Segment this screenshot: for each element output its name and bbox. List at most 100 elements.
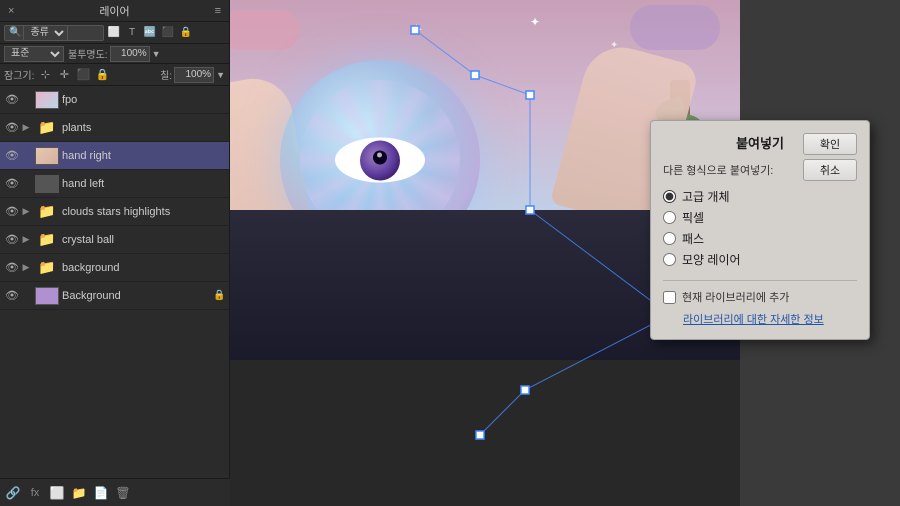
group-icon[interactable]: 📁: [70, 484, 88, 502]
pixel-filter-icon[interactable]: ⬜: [106, 25, 122, 41]
paste-dialog: 붙여넣기 다른 형식으로 붙여넣기: 고급 개체 픽셀 패스 모양 레이어 현재…: [650, 120, 870, 340]
mask-icon[interactable]: ⬜: [48, 484, 66, 502]
fill-box: 칠: ▼: [160, 67, 225, 83]
library-info-link[interactable]: 라이브러리에 대한 자세한 정보: [683, 311, 857, 327]
layer-item[interactable]: 👁 ▶ 📁 background: [0, 254, 229, 282]
library-checkbox-row: 현재 라이브러리에 추가: [663, 289, 857, 305]
expand-icon[interactable]: [20, 94, 32, 106]
layer-name: Background: [62, 290, 213, 302]
option-pixels-label: 픽셀: [682, 209, 704, 226]
expand-icon[interactable]: ▶: [20, 234, 32, 246]
add-to-library-label: 현재 라이브러리에 추가: [682, 289, 789, 305]
cancel-button[interactable]: 취소: [803, 159, 857, 181]
lock-label: 잠그기:: [4, 67, 34, 82]
layer-thumbnail: 📁: [35, 259, 59, 277]
ok-button[interactable]: 확인: [803, 133, 857, 155]
fill-label: 칠:: [160, 67, 172, 82]
expand-icon[interactable]: ▶: [20, 262, 32, 274]
layer-item[interactable]: 👁 ▶ 📁 plants: [0, 114, 229, 142]
kind-filter-select[interactable]: 종류: [23, 25, 68, 41]
close-icon[interactable]: ×: [8, 5, 14, 17]
layer-item[interactable]: 👁 ▶ 📁 clouds stars highlights: [0, 198, 229, 226]
option-smart-object[interactable]: 고급 개체: [663, 186, 857, 207]
smartobject-filter-icon[interactable]: 🔒: [178, 25, 194, 41]
layer-thumbnail: 📁: [35, 119, 59, 137]
option-path-label: 패스: [682, 230, 704, 247]
visibility-icon[interactable]: 👁: [4, 204, 20, 220]
panel-header: × 레이어 ≡: [0, 0, 229, 22]
search-icon: 🔍: [9, 27, 21, 38]
layer-item[interactable]: 👁 ▶ 📁 crystal ball: [0, 226, 229, 254]
radio-shape-layer[interactable]: [663, 253, 676, 266]
option-smart-object-label: 고급 개체: [682, 188, 730, 205]
delete-layer-icon[interactable]: 🗑: [114, 484, 132, 502]
layer-name: hand left: [62, 178, 225, 190]
expand-icon[interactable]: [20, 178, 32, 190]
add-to-library-checkbox[interactable]: [663, 291, 676, 304]
shape-filter-icon[interactable]: ⬛: [160, 25, 176, 41]
opacity-dropdown-icon[interactable]: ▼: [152, 49, 161, 59]
lock-move-icon[interactable]: ✛: [56, 67, 72, 83]
visibility-icon[interactable]: 👁: [4, 232, 20, 248]
visibility-icon[interactable]: 👁: [4, 176, 20, 192]
link-icon[interactable]: 🔗: [4, 484, 22, 502]
bottom-toolbar: 🔗 fx ⬜ 📁 📄 🗑: [0, 478, 230, 506]
layer-thumbnail: [35, 91, 59, 109]
below-artwork: [230, 360, 740, 506]
radio-smart-object[interactable]: [663, 190, 676, 203]
layer-name: background: [62, 262, 225, 274]
search-row: 🔍 종류 ⬜ T 🔤 ⬛ 🔒: [0, 22, 229, 44]
sparkle-2: ✦: [530, 15, 540, 29]
visibility-icon[interactable]: 👁: [4, 92, 20, 108]
fx-icon[interactable]: fx: [26, 484, 44, 502]
visibility-icon[interactable]: 👁: [4, 148, 20, 164]
search-box[interactable]: 🔍 종류: [4, 25, 104, 41]
radio-path[interactable]: [663, 232, 676, 245]
adjustment-filter-icon[interactable]: T: [124, 25, 140, 41]
sparkle-1: ✦: [410, 20, 423, 40]
layer-item[interactable]: 👁 fpo: [0, 86, 229, 114]
lock-position-icon[interactable]: ⊹: [37, 67, 53, 83]
opacity-label: 불투명도:: [68, 46, 108, 61]
option-path[interactable]: 패스: [663, 228, 857, 249]
lock-artboard-icon[interactable]: ⬛: [75, 67, 91, 83]
layer-item-selected[interactable]: 👁 hand right: [0, 142, 229, 170]
fill-input[interactable]: [174, 67, 214, 83]
layer-name: fpo: [62, 94, 225, 106]
layer-thumbnail: [35, 287, 59, 305]
lock-icon: 🔒: [213, 290, 225, 301]
visibility-icon[interactable]: 👁: [4, 120, 20, 136]
cloud-left: [230, 10, 300, 50]
paste-options: 고급 개체 픽셀 패스 모양 레이어: [663, 186, 857, 270]
panel-title: 레이어: [99, 3, 129, 19]
blend-mode-select[interactable]: 표준: [4, 46, 64, 62]
visibility-icon[interactable]: 👁: [4, 288, 20, 304]
type-filter-icon[interactable]: 🔤: [142, 25, 158, 41]
cloud-right: [630, 5, 720, 50]
radio-pixels[interactable]: [663, 211, 676, 224]
layer-item[interactable]: 👁 hand left: [0, 170, 229, 198]
layer-item-background[interactable]: 👁 Background 🔒: [0, 282, 229, 310]
lock-all-icon[interactable]: 🔒: [94, 67, 110, 83]
tools-row: 잠그기: ⊹ ✛ ⬛ 🔒 칠: ▼: [0, 64, 229, 86]
layer-name: hand right: [62, 150, 225, 162]
blend-row: 표준 불투명도: ▼: [0, 44, 229, 64]
visibility-icon[interactable]: 👁: [4, 260, 20, 276]
layer-thumbnail: [35, 175, 59, 193]
layer-thumbnail: 📁: [35, 203, 59, 221]
expand-icon[interactable]: ▶: [20, 206, 32, 218]
expand-icon[interactable]: ▶: [20, 122, 32, 134]
opacity-box: 불투명도: ▼: [68, 46, 161, 62]
opacity-input[interactable]: [110, 46, 150, 62]
layers-panel: × 레이어 ≡ 🔍 종류 ⬜ T 🔤 ⬛ 🔒 표준 불투명도: ▼ 잠그기: ⊹…: [0, 0, 230, 506]
expand-icon[interactable]: [20, 290, 32, 302]
panel-menu-icon[interactable]: ≡: [215, 5, 221, 17]
fill-dropdown-icon[interactable]: ▼: [216, 70, 225, 80]
layer-thumbnail: 📁: [35, 231, 59, 249]
new-layer-icon[interactable]: 📄: [92, 484, 110, 502]
layer-name: plants: [62, 122, 225, 134]
option-pixels[interactable]: 픽셀: [663, 207, 857, 228]
option-shape-layer[interactable]: 모양 레이어: [663, 249, 857, 270]
expand-icon[interactable]: [20, 150, 32, 162]
layer-thumbnail: [35, 147, 59, 165]
